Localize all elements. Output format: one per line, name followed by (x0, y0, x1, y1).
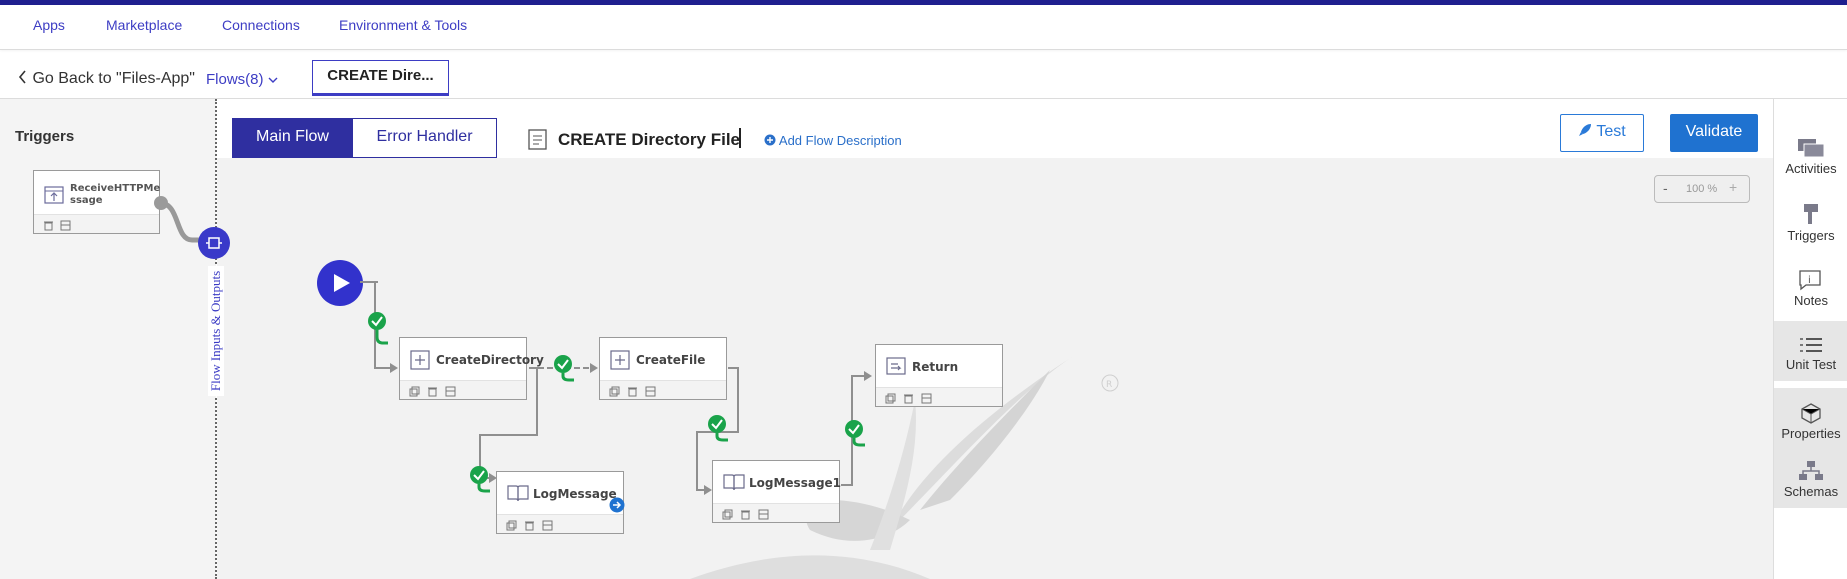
sidebar-label: Notes (1794, 293, 1828, 308)
sidebar-item-notes[interactable]: i Notes (1774, 269, 1847, 308)
copy-icon[interactable] (409, 384, 420, 397)
node-label: CreateDirectory (436, 353, 544, 367)
notes-icon: i (1774, 269, 1847, 291)
add-file-icon (610, 350, 630, 375)
activity-node-create-file[interactable]: CreateFile (599, 337, 727, 400)
node-label: LogMessage1 (749, 476, 842, 490)
node-label: LogMessage (533, 487, 617, 501)
success-branch-icon[interactable] (706, 413, 730, 453)
activity-node-log-message1[interactable]: LogMessage1 (712, 460, 842, 523)
right-sidebar: Activities Triggers i Notes Unit Test Pr… (1773, 99, 1847, 579)
activities-icon (1774, 137, 1847, 159)
play-icon (333, 273, 351, 298)
copy-icon[interactable] (506, 518, 517, 531)
flow-io-button[interactable] (198, 227, 230, 259)
node-toolbar (400, 380, 526, 399)
flow-connectors (154, 196, 872, 495)
delete-icon[interactable] (627, 384, 638, 397)
delete-icon[interactable] (427, 384, 438, 397)
sidebar-label: Properties (1781, 426, 1841, 441)
sidebar-item-schemas[interactable]: Schemas (1774, 448, 1847, 508)
sidebar-item-triggers[interactable]: Triggers (1774, 202, 1847, 243)
activity-node-return[interactable]: Return (875, 344, 1003, 407)
delete-icon[interactable] (524, 518, 535, 531)
mapper-icon[interactable] (542, 518, 553, 531)
mapper-icon[interactable] (645, 384, 656, 397)
success-branch-icon[interactable] (552, 353, 576, 393)
sidebar-label: Activities (1785, 161, 1837, 176)
node-label: CreateFile (636, 353, 706, 367)
copy-icon[interactable] (722, 507, 733, 520)
node-toolbar (713, 503, 839, 522)
unit-test-icon (1774, 335, 1847, 355)
copy-icon[interactable] (609, 384, 620, 397)
book-icon (723, 473, 745, 496)
mapper-icon[interactable] (445, 384, 456, 397)
sidebar-item-unit-test[interactable]: Unit Test (1774, 321, 1847, 381)
sidebar-item-properties[interactable]: Properties (1774, 388, 1847, 448)
activity-node-log-message[interactable]: LogMessage (496, 471, 625, 534)
activity-node-create-directory[interactable]: CreateDirectory (399, 337, 544, 400)
svg-text:i: i (1808, 275, 1811, 286)
node-toolbar (876, 387, 1002, 406)
success-branch-icon[interactable] (366, 310, 390, 350)
delete-icon[interactable] (903, 391, 914, 404)
add-file-icon (410, 350, 430, 375)
sidebar-item-activities[interactable]: Activities (1774, 137, 1847, 176)
connector-icon (206, 236, 222, 255)
node-label: Return (912, 360, 959, 374)
flow-io-label[interactable]: Flow Inputs & Outputs (208, 266, 224, 396)
mapper-icon[interactable] (921, 391, 932, 404)
book-icon (507, 484, 529, 507)
sidebar-label: Unit Test (1785, 357, 1837, 372)
success-branch-icon[interactable] (843, 418, 867, 458)
node-toolbar (600, 380, 726, 399)
start-node[interactable] (317, 260, 363, 306)
sidebar-label: Triggers (1787, 228, 1835, 243)
properties-icon (1774, 402, 1847, 424)
trigger-icon (1774, 202, 1847, 226)
copy-icon[interactable] (885, 391, 896, 404)
node-toolbar (497, 514, 623, 533)
sidebar-label: Schemas (1783, 484, 1839, 499)
schemas-icon (1774, 460, 1847, 482)
return-icon (886, 357, 906, 380)
delete-icon[interactable] (740, 507, 751, 520)
mapper-icon[interactable] (758, 507, 769, 520)
success-branch-icon[interactable] (468, 464, 492, 504)
